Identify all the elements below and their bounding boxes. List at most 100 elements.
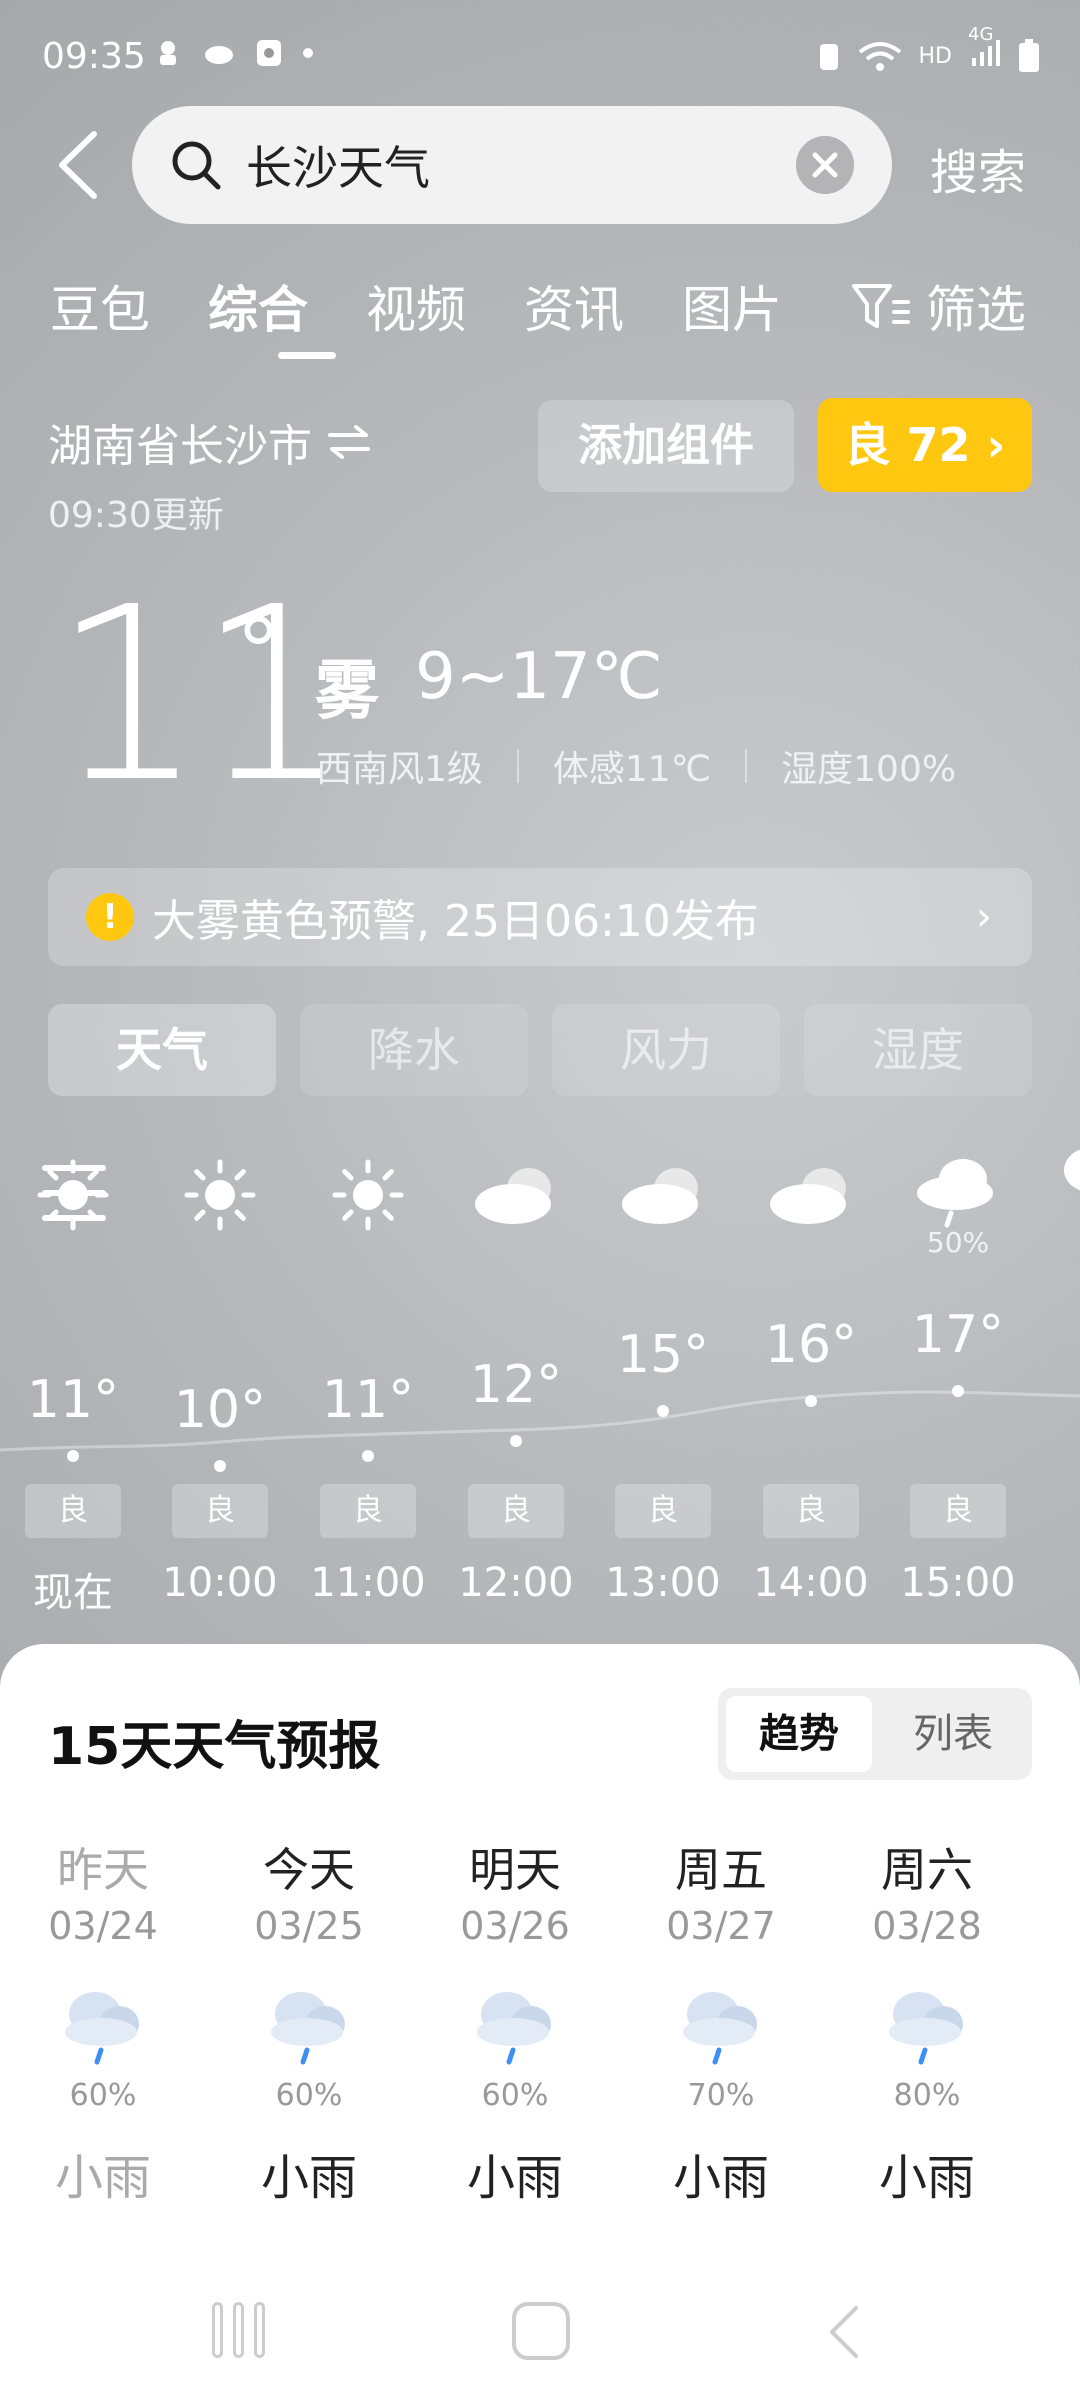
day-precipitation-probability: 60%: [69, 2078, 137, 2113]
list-view-button[interactable]: 列表: [880, 1696, 1026, 1772]
view-toggle: 趋势 列表: [718, 1688, 1032, 1780]
temperature-point: [510, 1435, 522, 1447]
air-quality-badge: 良: [172, 1484, 268, 1538]
day-date: 03/28: [872, 1904, 982, 1948]
tab-video[interactable]: 视频: [366, 270, 466, 342]
light-rain-icon: [259, 1984, 359, 2074]
tab-precipitation[interactable]: 降水: [300, 1004, 528, 1096]
status-notification-icons: [155, 38, 313, 68]
cloud-icon: [608, 1150, 718, 1240]
search-submit-button[interactable]: 搜索: [930, 133, 1026, 203]
filter-icon: [852, 284, 910, 328]
temperature-range: 9~17℃: [415, 640, 663, 714]
air-quality-badge: 良: [468, 1484, 564, 1538]
nav-back-button[interactable]: [824, 2302, 864, 2362]
day-date: 03/27: [666, 1904, 776, 1948]
active-tab-indicator: [278, 352, 336, 359]
app-notification-icon: [160, 41, 176, 65]
battery-saver-icon: [819, 44, 838, 70]
current-condition: 雾: [315, 655, 379, 729]
hourly-temperature: 11°: [26, 1370, 120, 1430]
day-name: 今天: [263, 1843, 355, 1897]
weather-warning-banner[interactable]: ! 大雾黄色预警, 25日06:10发布 ›: [48, 868, 1032, 966]
day-precipitation-probability: 60%: [481, 2078, 549, 2113]
sun-icon: [313, 1150, 423, 1240]
day-date: 03/24: [48, 1904, 158, 1948]
clear-search-icon[interactable]: [796, 136, 854, 194]
cloud-icon: [461, 1150, 571, 1240]
forecast-title: 15天天气预报: [48, 1717, 381, 1777]
hourly-time: 11:00: [310, 1560, 426, 1606]
air-quality-badge: 良: [763, 1484, 859, 1538]
trend-view-button[interactable]: 趋势: [726, 1696, 872, 1772]
wind-info: 西南风1级: [316, 749, 483, 790]
hourly-time: 10:00: [162, 1560, 278, 1606]
current-temperature: 11: [52, 555, 349, 835]
network-hd-label: HD: [918, 43, 952, 69]
sun-icon: [165, 1150, 275, 1240]
chevron-right-icon: ›: [976, 894, 992, 940]
day-date: 03/26: [460, 1904, 570, 1948]
location-name: 湖南省长沙市: [48, 421, 312, 472]
hourly-temperature: 16°: [764, 1315, 858, 1375]
divider: [745, 749, 748, 783]
day-condition: 小雨: [466, 2150, 563, 2206]
recent-apps-button[interactable]: [212, 2302, 266, 2358]
humidity: 湿度100%: [781, 749, 957, 790]
home-button[interactable]: [512, 2302, 570, 2360]
sun-icon: [18, 1150, 128, 1240]
cell-signal-icon: 4G: [968, 24, 1002, 74]
battery-icon: [1019, 39, 1039, 72]
day-condition: 小雨: [672, 2150, 769, 2206]
day-condition: 小雨: [878, 2150, 975, 2206]
switch-location-icon: [328, 425, 370, 459]
more-notifications-dot: [303, 48, 313, 58]
day-name: 明天: [469, 1843, 561, 1897]
hourly-time: 12:00: [458, 1560, 574, 1606]
tab-weather[interactable]: 天气: [48, 1004, 276, 1096]
light-rain-icon: [53, 1984, 153, 2074]
update-time: 09:30更新: [48, 495, 224, 536]
divider: [516, 749, 519, 783]
cloud-icon: [756, 1150, 866, 1240]
hourly-time: 现在: [33, 1570, 113, 1616]
air-quality-badge: 良: [910, 1484, 1006, 1538]
tab-doubao[interactable]: 豆包: [50, 270, 150, 342]
back-button[interactable]: [52, 128, 102, 202]
hourly-temperature: 11°: [321, 1370, 415, 1430]
temperature-point: [805, 1395, 817, 1407]
tab-images[interactable]: 图片: [682, 270, 782, 342]
feels-like: 体感11℃: [552, 749, 712, 790]
temperature-point: [214, 1460, 226, 1472]
location-switcher[interactable]: 湖南省长沙市: [48, 410, 372, 474]
tab-wind[interactable]: 风力: [552, 1004, 780, 1096]
day-name: 周六: [881, 1843, 973, 1897]
tab-filter[interactable]: 筛选: [850, 270, 1026, 342]
current-details: 西南风1级 体感11℃ 湿度100%: [316, 740, 956, 792]
tab-humidity[interactable]: 湿度: [804, 1004, 1032, 1096]
warning-icon: !: [86, 893, 134, 941]
hourly-time: 15:00: [900, 1560, 1016, 1606]
light-rain-icon: [877, 1984, 977, 2074]
degree-symbol: °: [236, 600, 281, 705]
tab-comprehensive[interactable]: 综合: [208, 270, 308, 342]
filter-label: 筛选: [926, 281, 1026, 339]
day-condition: 小雨: [54, 2150, 151, 2206]
warning-text: 大雾黄色预警, 25日06:10发布: [152, 896, 759, 947]
day-condition: 小雨: [260, 2150, 357, 2206]
hourly-temperature: 12°: [469, 1355, 563, 1415]
search-category-tabs: 豆包 综合 视频 资讯 图片 筛选: [50, 270, 1040, 360]
hourly-temperature: 15°: [616, 1325, 710, 1385]
search-input[interactable]: 长沙天气: [132, 106, 892, 224]
hourly-time: 14:00: [753, 1560, 869, 1606]
temperature-point: [952, 1385, 964, 1397]
day-precipitation-probability: 70%: [687, 2078, 755, 2113]
add-widget-button[interactable]: 添加组件: [538, 400, 794, 492]
air-quality-badge: 良: [320, 1484, 416, 1538]
search-icon: [172, 141, 221, 190]
cloud-icon: [1064, 1149, 1080, 1191]
tab-news[interactable]: 资讯: [524, 270, 624, 342]
air-quality-button[interactable]: 良 72 ›: [818, 398, 1032, 492]
day-precipitation-probability: 60%: [275, 2078, 343, 2113]
calendar-notification-icon: [257, 40, 281, 66]
